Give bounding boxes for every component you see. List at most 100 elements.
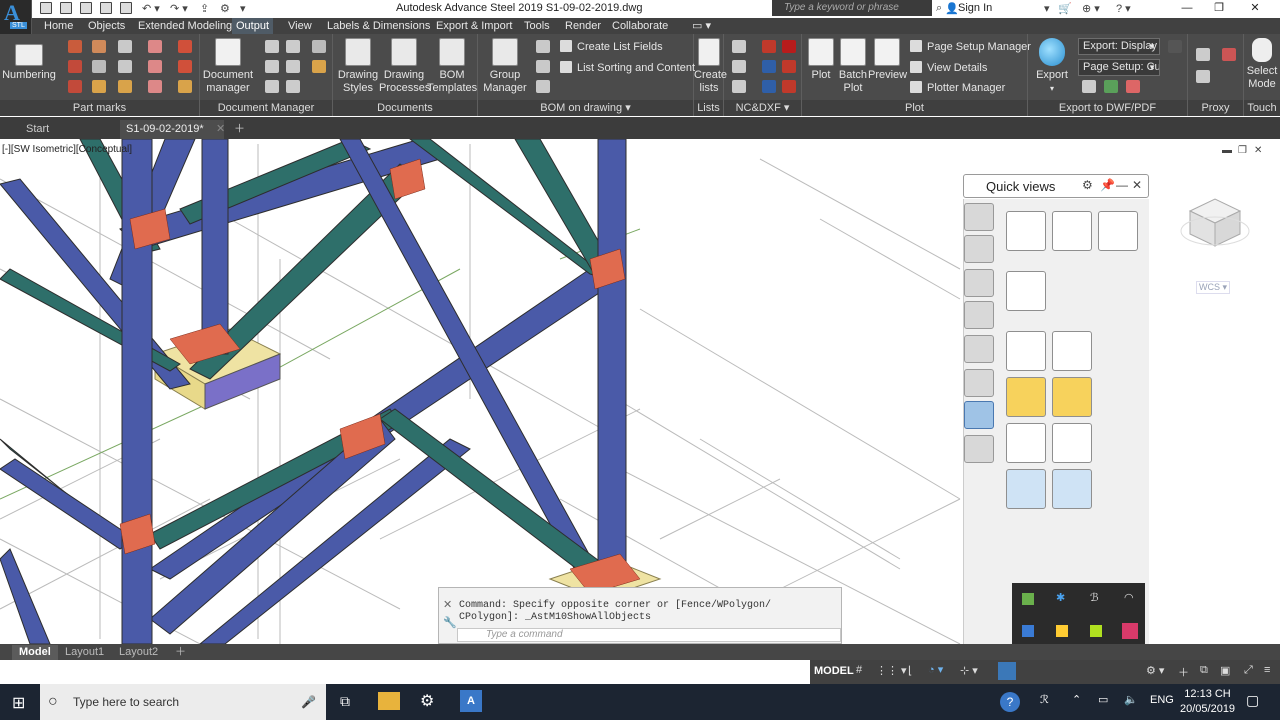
qv-cube-icon[interactable] <box>1006 271 1046 311</box>
tab-more-icon[interactable]: ▭ ▾ <box>688 18 715 34</box>
select-mode-button[interactable]: Select Mode <box>1244 38 1280 91</box>
tab-output[interactable]: Output <box>232 18 274 34</box>
create-list-fields-button[interactable]: Create List Fields <box>560 40 663 54</box>
part-mark-tool-6-icon[interactable] <box>68 60 82 73</box>
add-layout-icon[interactable]: ＋ <box>168 645 193 660</box>
part-mark-tool-1-icon[interactable] <box>68 40 82 53</box>
people-icon[interactable]: ℛ <box>1040 693 1049 706</box>
bom-tool-2-icon[interactable] <box>536 60 550 73</box>
nc-m-icon[interactable] <box>782 40 796 53</box>
document-manager-button[interactable]: Document manager <box>202 38 254 95</box>
numbering-button[interactable]: Numbering <box>2 38 56 82</box>
tab-layout2[interactable]: Layout2 <box>112 645 165 660</box>
part-mark-tool-11-icon[interactable] <box>68 80 82 93</box>
search-input[interactable]: Type a keyword or phrase <box>772 0 932 16</box>
dxf-icon[interactable] <box>732 60 746 73</box>
export-tool-4-icon[interactable] <box>1168 40 1182 53</box>
preview-button[interactable]: Preview <box>868 38 907 82</box>
nvidia-icon[interactable] <box>1022 593 1034 605</box>
qv-bent-icon[interactable] <box>1052 469 1092 509</box>
nc-tool-1-icon[interactable] <box>732 40 746 53</box>
language-indicator[interactable]: ENG <box>1150 694 1174 706</box>
doc-tool-4-icon[interactable] <box>265 60 279 73</box>
qv-beam-box-icon[interactable] <box>1098 211 1138 251</box>
open-file-icon[interactable] <box>60 2 72 14</box>
app-tray-1-icon[interactable] <box>1022 625 1034 637</box>
binoculars-icon[interactable]: ⌕ <box>936 2 942 15</box>
qv-category-box-icon[interactable] <box>964 335 994 363</box>
fullscreen-icon[interactable]: ⤢ <box>1244 664 1253 677</box>
doc-tool-5-icon[interactable] <box>286 60 300 73</box>
proxy-tool-3-icon[interactable] <box>1196 70 1210 83</box>
part-mark-tool-15-icon[interactable] <box>178 80 192 93</box>
create-lists-button[interactable]: Create lists <box>694 38 727 95</box>
part-mark-tool-9-icon[interactable] <box>148 60 162 73</box>
proxy-tool-1-icon[interactable] <box>1196 48 1210 61</box>
qv-category-stairs-icon[interactable] <box>964 435 994 463</box>
drawing-viewport[interactable]: [-][SW Isometric][Conceptual] ▬ ❐ ✕ WCS … <box>0 139 1280 644</box>
ortho-icon[interactable]: ⌊ <box>908 664 912 677</box>
redo-icon[interactable]: ↷ ▾ <box>170 2 188 15</box>
close-icon[interactable]: ✕ <box>1132 178 1142 192</box>
export-tool-2-icon[interactable] <box>1104 80 1118 93</box>
sign-in-button[interactable]: Sign In <box>958 2 992 14</box>
print-icon[interactable] <box>120 2 132 14</box>
part-mark-tool-13-icon[interactable] <box>118 80 132 93</box>
quick-views-header[interactable]: Quick views ⚙ 📌 — ✕ <box>963 174 1149 198</box>
lineweight-icon[interactable]: ⧉ <box>1200 664 1208 677</box>
bom-tool-3-icon[interactable] <box>536 80 550 93</box>
view-details-button[interactable]: View Details <box>910 61 987 75</box>
tab-render[interactable]: Render <box>561 18 605 34</box>
page-setup-manager-button[interactable]: Page Setup Manager <box>910 40 1031 54</box>
part-mark-tool-14-icon[interactable] <box>148 80 162 93</box>
export-tool-1-icon[interactable] <box>1082 80 1096 93</box>
doc-tool-8-icon[interactable] <box>286 80 300 93</box>
part-mark-tool-5-icon[interactable] <box>178 40 192 53</box>
doc-tool-6-icon[interactable] <box>312 60 326 73</box>
nc-tool-8-icon[interactable] <box>762 80 776 93</box>
panel-label[interactable]: BOM on drawing ▾ <box>478 100 693 116</box>
qv-category-user-icon[interactable] <box>964 269 994 297</box>
page-setup-dropdown[interactable]: Page Setup: Cu ▼ <box>1078 59 1160 76</box>
bom-templates-button[interactable]: BOM Templates <box>427 38 477 95</box>
nc-tool-7-icon[interactable] <box>782 60 796 73</box>
plotter-manager-button[interactable]: Plotter Manager <box>910 81 1005 95</box>
qv-category-bend-icon[interactable] <box>964 401 994 429</box>
export-tool-3-icon[interactable] <box>1126 80 1140 93</box>
part-mark-tool-2-icon[interactable] <box>92 40 106 53</box>
tab-current-drawing[interactable]: S1-09-02-2019* <box>120 120 224 139</box>
workspace-icon[interactable]: ⚙ <box>220 2 230 15</box>
dynamic-input-icon[interactable] <box>998 662 1016 680</box>
tab-tools[interactable]: Tools <box>520 18 554 34</box>
tab-layout1[interactable]: Layout1 <box>58 645 111 660</box>
qv-base-icon[interactable] <box>1006 469 1046 509</box>
plot-button[interactable]: Plot <box>804 38 838 82</box>
security-icon[interactable] <box>1056 625 1068 637</box>
minimize-button[interactable]: — <box>1172 0 1202 16</box>
doc-tool-7-icon[interactable] <box>265 80 279 93</box>
help-circle-icon[interactable]: ? <box>1000 692 1020 712</box>
clock[interactable]: 12:13 CH 20/05/2019 <box>1180 687 1235 717</box>
drawing-processes-button[interactable]: Drawing Processes <box>379 38 430 95</box>
task-view-icon[interactable]: ⧉ <box>340 693 350 710</box>
microphone-icon[interactable]: 🎤 <box>301 684 316 720</box>
viewport-minimize-icon[interactable]: ▬ <box>1222 145 1232 156</box>
advance-steel-taskbar-icon[interactable]: A <box>460 690 482 712</box>
show-hidden-icons-icon[interactable]: ⌃ <box>1072 693 1081 706</box>
bom-tool-1-icon[interactable] <box>536 40 550 53</box>
settings-gear-icon[interactable]: ⚙ <box>420 691 434 711</box>
isolate-icon[interactable]: ▣ <box>1220 664 1230 677</box>
list-sorting-button[interactable]: List Sorting and Content <box>560 61 695 75</box>
new-file-icon[interactable] <box>40 2 52 14</box>
input-icon[interactable]: ℬ <box>1090 591 1099 604</box>
workspace-gear-icon[interactable]: ⚙ ▾ <box>1146 664 1164 677</box>
windows-start-icon[interactable]: ⊞ <box>12 693 25 713</box>
nc-tool-3-icon[interactable] <box>732 80 746 93</box>
part-mark-tool-8-icon[interactable] <box>118 60 132 73</box>
grid-icon[interactable]: # <box>856 664 862 676</box>
snap-icon[interactable]: ⋮⋮ ▾ <box>876 664 907 677</box>
customize-menu-icon[interactable]: ≡ <box>1264 664 1270 676</box>
qv-category-axes-icon[interactable] <box>964 301 994 329</box>
qv-plate-alt-icon[interactable] <box>1052 377 1092 417</box>
pin-icon[interactable]: 📌 <box>1100 178 1115 192</box>
